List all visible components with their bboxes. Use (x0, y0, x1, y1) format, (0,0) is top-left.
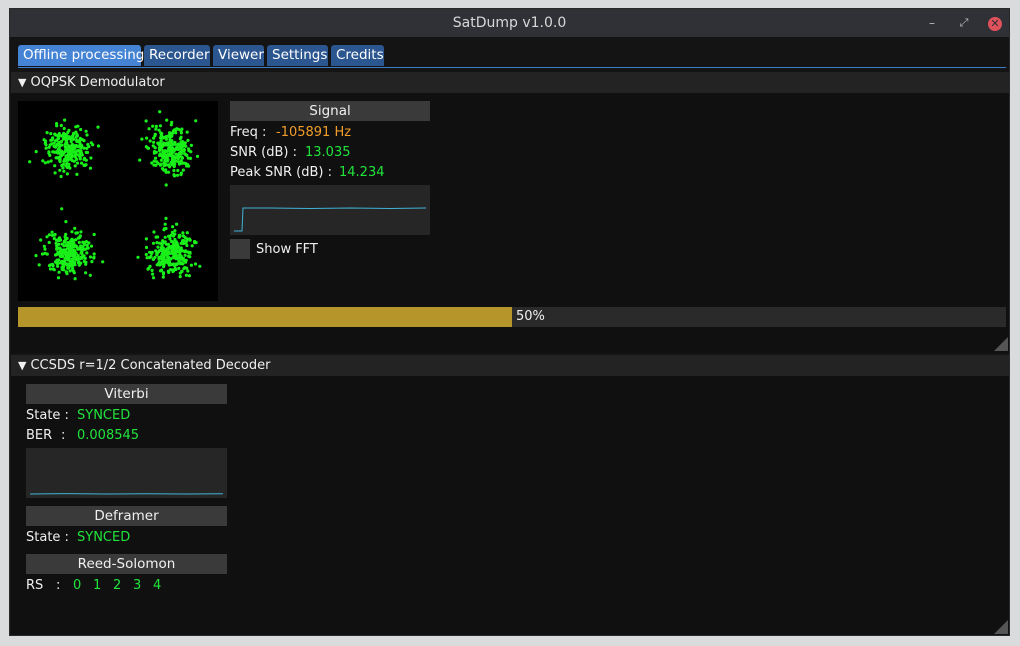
maximize-icon[interactable]: ⤢ (954, 13, 974, 33)
peak-snr-value: 14.234 (339, 165, 385, 180)
constellation-points (28, 110, 202, 281)
snr-label: SNR (dB) : (230, 145, 297, 160)
viterbi-title: Viterbi (26, 384, 227, 404)
demodulator-title: OQPSK Demodulator (30, 75, 165, 90)
progress-bar: 50% (18, 307, 1006, 327)
show-fft-checkbox[interactable] (230, 239, 250, 259)
resize-grip-icon[interactable] (994, 337, 1008, 351)
snr-trace (234, 207, 427, 232)
freq-value: -105891 Hz (276, 125, 352, 140)
demodulator-header[interactable]: ▼ OQPSK Demodulator (11, 72, 1009, 93)
decoder-title: CCSDS r=1/2 Concatenated Decoder (30, 358, 271, 373)
title-bar[interactable]: SatDump v1.0.0 – ⤢ ✕ (10, 9, 1009, 37)
tab-recorder[interactable]: Recorder (144, 45, 210, 66)
rs-label: RS (26, 578, 44, 593)
ber-history-plot (26, 448, 227, 498)
rs-separator: : (56, 578, 61, 593)
rs-value: 0 (73, 578, 82, 593)
rs-value: 1 (93, 578, 102, 593)
deframer-state-label: State : (26, 530, 69, 545)
decoder-header[interactable]: ▼ CCSDS r=1/2 Concatenated Decoder (11, 355, 1009, 376)
tab-offline-processing[interactable]: Offline processing (18, 45, 144, 66)
show-fft-label[interactable]: Show FFT (256, 242, 318, 257)
ber-value: 0.008545 (77, 428, 140, 443)
rs-value: 4 (153, 578, 162, 593)
constellation-plot (18, 101, 218, 301)
viterbi-state-label: State : (26, 408, 69, 423)
deframer-title: Deframer (26, 506, 227, 526)
freq-label: Freq : (230, 125, 267, 140)
ber-trace (29, 493, 224, 495)
satdump-window: SatDump v1.0.0 – ⤢ ✕ Offline processing … (9, 8, 1010, 636)
peak-snr-label: Peak SNR (dB) : (230, 165, 332, 180)
viterbi-state-value: SYNCED (77, 408, 131, 423)
tab-credits[interactable]: Credits (331, 45, 384, 66)
snr-history-plot (230, 185, 430, 235)
ber-separator: : (61, 428, 66, 443)
main-tab-bar: Offline processing Recorder Viewer Setti… (18, 45, 1006, 68)
collapse-arrow-icon[interactable]: ▼ (18, 355, 26, 376)
close-icon[interactable]: ✕ (988, 17, 1002, 31)
rs-value: 3 (133, 578, 142, 593)
minimize-icon[interactable]: – (922, 13, 942, 33)
window-title: SatDump v1.0.0 (452, 15, 567, 31)
progress-text: 50% (516, 309, 545, 324)
snr-value: 13.035 (305, 145, 351, 160)
signal-title: Signal (230, 101, 430, 121)
close-button[interactable]: ✕ (985, 13, 1005, 33)
ber-label: BER (26, 428, 53, 443)
progress-fill (18, 307, 512, 327)
resize-grip-icon[interactable] (994, 620, 1008, 634)
collapse-arrow-icon[interactable]: ▼ (18, 72, 26, 93)
tab-settings[interactable]: Settings (267, 45, 328, 66)
reed-solomon-title: Reed-Solomon (26, 554, 227, 574)
rs-value: 2 (113, 578, 122, 593)
deframer-state-value: SYNCED (77, 530, 131, 545)
tab-viewer[interactable]: Viewer (213, 45, 264, 66)
